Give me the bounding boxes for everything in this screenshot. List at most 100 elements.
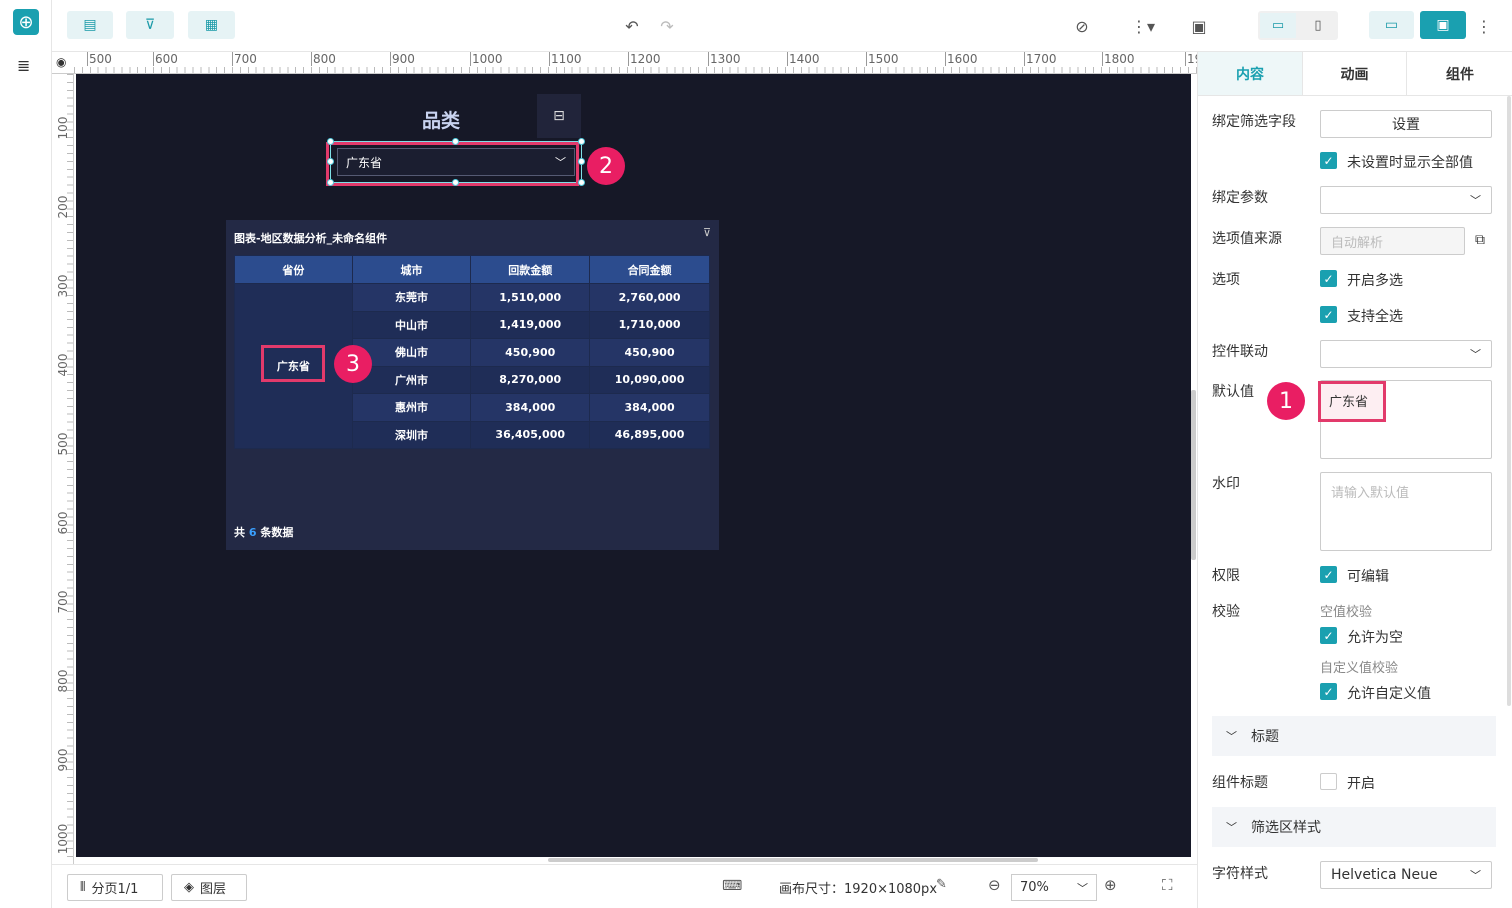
- canvas-size-label: 画布尺寸：1920×1080px: [779, 882, 938, 897]
- font-select[interactable]: Helvetica Neue ﹀: [1320, 861, 1492, 889]
- table-cell[interactable]: 10,090,000: [589, 365, 710, 394]
- column-header[interactable]: 城市: [351, 255, 472, 284]
- multi-select-checkbox[interactable]: ✓: [1320, 270, 1337, 287]
- custom-check-label: 自定义值校验: [1320, 661, 1399, 676]
- zoom-in-icon[interactable]: ⊕: [1104, 876, 1117, 894]
- allow-null-checkbox[interactable]: ✓: [1320, 627, 1337, 644]
- table-title: 图表-地区数据分析_未命名组件: [234, 232, 388, 245]
- bind-param-select[interactable]: ﹀: [1320, 186, 1492, 214]
- zoom-select[interactable]: 70% ﹀: [1011, 874, 1097, 901]
- table-footer: 共 6 条数据: [234, 524, 293, 540]
- table-cell[interactable]: 384,000: [589, 393, 710, 422]
- design-canvas[interactable]: 品类 ⊟ 广东省 ﹀ 2 图表-地区数据分析_未命名组件 ⊽ 省份 城市 回款金…: [76, 74, 1191, 857]
- annotation-badge-1: 1: [1267, 382, 1305, 420]
- set-button[interactable]: 设置: [1320, 110, 1492, 138]
- clear-format-icon[interactable]: ⊘: [1070, 14, 1094, 38]
- desktop-icon[interactable]: ▭: [1260, 13, 1296, 38]
- save-icon[interactable]: ▣: [1420, 11, 1466, 39]
- add-filter-icon[interactable]: ⊽: [126, 11, 174, 39]
- edit-size-icon[interactable]: ✎: [936, 877, 947, 892]
- select-all-checkbox[interactable]: ✓: [1320, 306, 1337, 323]
- preview-icon[interactable]: ▭: [1369, 11, 1414, 39]
- properties-panel: 内容 动画 组件 绑定筛选字段 设置 ✓ 未设置时显示全部值 绑定参数 ﹀ 选项…: [1197, 52, 1512, 908]
- table-cell[interactable]: 46,895,000: [589, 420, 710, 449]
- canvas-scrollbar-vertical[interactable]: [1191, 390, 1196, 560]
- table-cell[interactable]: 2,760,000: [589, 283, 710, 312]
- allow-null-label: 允许为空: [1347, 630, 1403, 646]
- table-cell[interactable]: 1,510,000: [470, 283, 591, 312]
- ruler-label: 900: [390, 52, 415, 66]
- keyboard-icon[interactable]: ⌨: [722, 878, 742, 894]
- canvas-scrollbar-horizontal[interactable]: [548, 858, 1038, 862]
- table-cell[interactable]: 东莞市: [351, 283, 472, 312]
- section-filter-style-label: 筛选区样式: [1251, 820, 1321, 836]
- linkage-select[interactable]: ﹀: [1320, 340, 1492, 368]
- page-button[interactable]: ⫴ 分页1/1: [67, 874, 163, 901]
- resize-handle[interactable]: [578, 179, 585, 186]
- undo-icon[interactable]: ↶: [620, 14, 644, 38]
- fit-screen-icon[interactable]: ⛶: [1162, 876, 1173, 894]
- zoom-value: 70%: [1020, 880, 1049, 895]
- column-header[interactable]: 省份: [234, 255, 353, 284]
- column-header[interactable]: 回款金额: [470, 255, 591, 284]
- layout-icon[interactable]: ▣: [1187, 14, 1211, 38]
- section-filter-style-header[interactable]: ﹀ 筛选区样式: [1212, 807, 1496, 847]
- copy-icon[interactable]: ⧉: [1475, 232, 1485, 248]
- tab-animation[interactable]: 动画: [1302, 52, 1406, 96]
- footer-suffix: 条数据: [260, 526, 294, 539]
- table-widget[interactable]: 图表-地区数据分析_未命名组件 ⊽ 省份 城市 回款金额 合同金额 广东省 东莞市…: [226, 220, 719, 550]
- mobile-icon[interactable]: ▯: [1300, 13, 1336, 38]
- table-cell[interactable]: 384,000: [470, 393, 591, 422]
- table-cell[interactable]: 惠州市: [351, 393, 472, 422]
- table-cell[interactable]: 1,419,000: [470, 310, 591, 339]
- resize-handle[interactable]: [327, 138, 334, 145]
- add-component-icon[interactable]: ⊕: [13, 9, 39, 35]
- editable-checkbox[interactable]: ✓: [1320, 566, 1337, 583]
- resize-handle[interactable]: [452, 138, 459, 145]
- component-title-checkbox[interactable]: [1320, 773, 1337, 790]
- show-all-checkbox[interactable]: ✓: [1320, 152, 1337, 169]
- footer-count: 6: [248, 526, 257, 539]
- resize-handle[interactable]: [327, 158, 334, 165]
- add-table-icon[interactable]: ▦: [188, 11, 235, 39]
- ruler-label: 1700: [1024, 52, 1057, 66]
- table-cell[interactable]: 450,900: [589, 338, 710, 367]
- layers-button[interactable]: ◈ 图层: [171, 874, 247, 901]
- layers-label: 图层: [200, 882, 227, 897]
- left-sidebar: ⊕ ≣: [0, 0, 52, 908]
- province-highlight-box: [261, 345, 325, 382]
- resize-handle[interactable]: [578, 138, 585, 145]
- resize-handle[interactable]: [578, 158, 585, 165]
- filter-clear-icon[interactable]: ⊽: [703, 226, 711, 239]
- filter-dropdown[interactable]: 广东省 ﹀: [337, 148, 575, 176]
- section-title-header[interactable]: ﹀ 标题: [1212, 716, 1496, 756]
- table-cell[interactable]: 中山市: [351, 310, 472, 339]
- table-cell[interactable]: 36,405,000: [470, 420, 591, 449]
- ruler-label: 600: [153, 52, 178, 66]
- widget-settings-icon[interactable]: ⊟: [537, 94, 581, 138]
- auto-parse-field[interactable]: 自动解析: [1320, 227, 1465, 255]
- resize-handle[interactable]: [327, 179, 334, 186]
- watermark-textarea[interactable]: 请输入默认值: [1320, 472, 1492, 551]
- more-icon[interactable]: ⋮: [1472, 14, 1496, 38]
- allow-custom-checkbox[interactable]: ✓: [1320, 683, 1337, 700]
- ruler-label: 800: [311, 52, 336, 66]
- table-cell[interactable]: 450,900: [470, 338, 591, 367]
- option-source-label: 选项值来源: [1212, 231, 1282, 247]
- redo-icon[interactable]: ↷: [655, 14, 679, 38]
- column-header[interactable]: 合同金额: [589, 255, 710, 284]
- align-icon[interactable]: ⋮▾: [1128, 14, 1158, 38]
- ruler-label: 1600: [945, 52, 978, 66]
- table-cell[interactable]: 1,710,000: [589, 310, 710, 339]
- ruler-label: 19: [1185, 52, 1197, 66]
- table-cell[interactable]: 深圳市: [351, 420, 472, 449]
- tab-component[interactable]: 组件: [1406, 52, 1512, 96]
- table-cell[interactable]: 8,270,000: [470, 365, 591, 394]
- panel-scrollbar[interactable]: [1507, 96, 1511, 706]
- outline-icon[interactable]: ≣: [17, 56, 30, 75]
- eye-icon[interactable]: ◉: [56, 55, 66, 69]
- zoom-out-icon[interactable]: ⊖: [988, 876, 1001, 894]
- resize-handle[interactable]: [452, 179, 459, 186]
- tab-content[interactable]: 内容: [1198, 52, 1302, 96]
- add-chart-icon[interactable]: ▤: [67, 11, 113, 39]
